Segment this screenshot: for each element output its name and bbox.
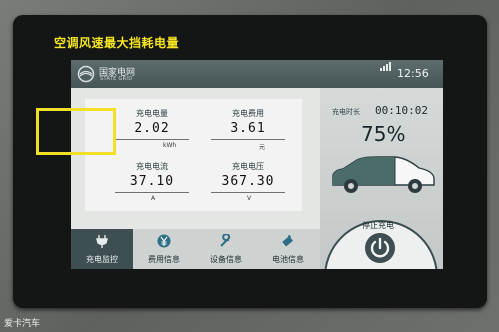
metric-value: 367.30 — [221, 174, 275, 189]
metrics-panel: 充电电量 2.02 kWh 充电费用 3.61 元 充电电流 37.10 A 充… — [85, 99, 302, 211]
soc-percent: 75% — [361, 122, 406, 146]
tab-label: 电池信息 — [272, 255, 304, 264]
divider — [211, 139, 285, 140]
stop-charging-label: 停止充电 — [362, 221, 394, 230]
tab-label: 充电监控 — [86, 255, 118, 264]
stop-charging-button[interactable] — [364, 232, 396, 264]
header-bar: 国家电网 STATE GRID 12:56 — [71, 60, 443, 88]
logo-english: STATE GRID — [100, 76, 133, 82]
metric-unit: V — [247, 195, 252, 202]
wrench-icon — [220, 234, 231, 247]
tab-bar: 充电监控 费用信息 设备信息 电池信息 — [71, 229, 320, 269]
metric-cost: 充电费用 3.61 元 — [203, 104, 293, 156]
charger-screen: 国家电网 STATE GRID 12:56 充电电量 2.02 kWh 充电费用… — [71, 60, 443, 269]
metric-unit: 元 — [259, 144, 266, 151]
divider — [211, 192, 285, 193]
duration-label: 充电时长 — [332, 108, 360, 116]
metric-value: 3.61 — [230, 121, 266, 136]
duration-value: 00:10:02 — [375, 104, 428, 117]
divider — [115, 139, 189, 140]
watermark: 爱卡汽车 — [4, 319, 41, 329]
tab-label: 设备信息 — [210, 255, 242, 264]
metric-voltage: 充电电压 367.30 V — [203, 157, 293, 209]
tab-charging-monitor[interactable]: 充电监控 — [71, 229, 133, 269]
energy-highlight-box — [36, 108, 116, 155]
state-grid-logo-icon — [77, 65, 95, 83]
clock: 12:56 — [397, 67, 429, 80]
metric-current: 充电电流 37.10 A — [107, 157, 197, 209]
photo-caption: 空调风速最大挡耗电量 — [54, 36, 180, 50]
metric-label: 充电电流 — [136, 162, 168, 171]
yen-icon — [157, 234, 171, 248]
metric-label: 充电电量 — [136, 109, 168, 118]
battery-icon — [282, 234, 293, 247]
car-battery-icon — [332, 156, 435, 193]
metric-value: 37.10 — [129, 174, 175, 189]
divider — [115, 192, 189, 193]
tab-battery-info[interactable]: 电池信息 — [257, 229, 319, 269]
tab-cost-info[interactable]: 费用信息 — [133, 229, 195, 269]
metric-unit: kWh — [163, 142, 177, 149]
tab-label: 费用信息 — [148, 255, 180, 264]
metric-value: 2.02 — [134, 121, 170, 136]
plug-icon — [96, 235, 108, 248]
metric-label: 充电电压 — [232, 162, 264, 171]
tab-device-info[interactable]: 设备信息 — [195, 229, 257, 269]
metric-unit: A — [151, 195, 156, 202]
metric-label: 充电费用 — [232, 109, 264, 118]
metric-energy: 充电电量 2.02 kWh — [107, 104, 197, 156]
